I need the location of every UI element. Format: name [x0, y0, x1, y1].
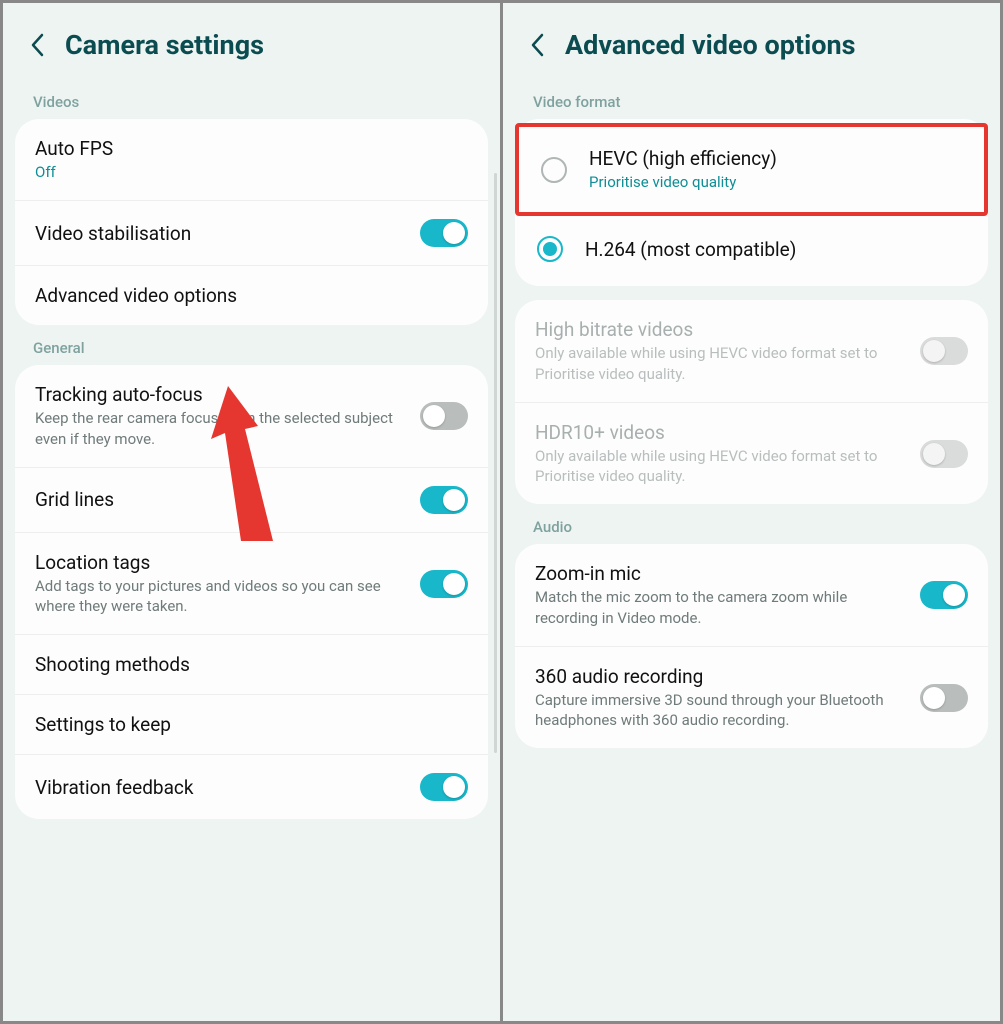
hevc-sub: Prioritise video quality: [589, 172, 962, 192]
back-icon[interactable]: [527, 35, 547, 55]
grid-lines-toggle[interactable]: [420, 486, 468, 514]
audio-360-desc: Capture immersive 3D sound through your …: [535, 690, 906, 731]
location-tags-toggle[interactable]: [420, 570, 468, 598]
header: Advanced video options: [503, 3, 1000, 79]
tracking-autofocus-title: Tracking auto-focus: [35, 383, 406, 406]
section-label-audio: Audio: [503, 504, 1000, 544]
camera-settings-screen: Camera settings Videos Auto FPS Off Vide…: [3, 3, 500, 1021]
video-stabilisation-toggle[interactable]: [420, 219, 468, 247]
high-bitrate-toggle: [920, 337, 968, 365]
vibration-feedback-title: Vibration feedback: [35, 776, 406, 799]
auto-fps-value: Off: [35, 162, 468, 182]
page-title: Advanced video options: [565, 29, 855, 61]
high-bitrate-desc: Only available while using HEVC video fo…: [535, 343, 906, 384]
zoom-mic-row[interactable]: Zoom-in mic Match the mic zoom to the ca…: [515, 544, 988, 647]
auto-fps-title: Auto FPS: [35, 137, 468, 160]
shooting-methods-row[interactable]: Shooting methods: [15, 635, 488, 695]
audio-card: Zoom-in mic Match the mic zoom to the ca…: [515, 544, 988, 748]
zoom-mic-toggle[interactable]: [920, 581, 968, 609]
hevc-radio[interactable]: [541, 157, 567, 183]
hdr10-desc: Only available while using HEVC video fo…: [535, 446, 906, 487]
tracking-autofocus-row[interactable]: Tracking auto-focus Keep the rear camera…: [15, 365, 488, 468]
vibration-feedback-row[interactable]: Vibration feedback: [15, 755, 488, 819]
audio-360-toggle[interactable]: [920, 684, 968, 712]
tracking-autofocus-desc: Keep the rear camera focused on the sele…: [35, 408, 406, 449]
hdr10-toggle: [920, 440, 968, 468]
high-bitrate-title: High bitrate videos: [535, 318, 906, 341]
general-card: Tracking auto-focus Keep the rear camera…: [15, 365, 488, 819]
vibration-feedback-toggle[interactable]: [420, 773, 468, 801]
shooting-methods-title: Shooting methods: [35, 653, 468, 676]
advanced-video-options-title: Advanced video options: [35, 284, 468, 307]
h264-row[interactable]: H.264 (most compatible): [515, 216, 988, 282]
section-label-general: General: [3, 325, 500, 365]
location-tags-row[interactable]: Location tags Add tags to your pictures …: [15, 533, 488, 636]
video-stabilisation-row[interactable]: Video stabilisation: [15, 201, 488, 266]
hdr10-title: HDR10+ videos: [535, 421, 906, 444]
hdr10-row: HDR10+ videos Only available while using…: [515, 403, 988, 505]
back-icon[interactable]: [27, 35, 47, 55]
zoom-mic-desc: Match the mic zoom to the camera zoom wh…: [535, 587, 906, 628]
video-stabilisation-title: Video stabilisation: [35, 222, 406, 245]
auto-fps-row[interactable]: Auto FPS Off: [15, 119, 488, 201]
hevc-row[interactable]: HEVC (high efficiency) Prioritise video …: [519, 127, 984, 212]
hevc-highlight: HEVC (high efficiency) Prioritise video …: [515, 123, 988, 216]
high-bitrate-row: High bitrate videos Only available while…: [515, 300, 988, 403]
grid-lines-title: Grid lines: [35, 488, 406, 511]
grid-lines-row[interactable]: Grid lines: [15, 468, 488, 533]
location-tags-desc: Add tags to your pictures and videos so …: [35, 576, 406, 617]
settings-to-keep-row[interactable]: Settings to keep: [15, 695, 488, 755]
zoom-mic-title: Zoom-in mic: [535, 562, 906, 585]
settings-to-keep-title: Settings to keep: [35, 713, 468, 736]
h264-title: H.264 (most compatible): [585, 238, 966, 261]
section-label-videos: Videos: [3, 79, 500, 119]
header: Camera settings: [3, 3, 500, 79]
page-title: Camera settings: [65, 29, 264, 61]
video-extras-card: High bitrate videos Only available while…: [515, 300, 988, 504]
advanced-video-options-row[interactable]: Advanced video options: [15, 266, 488, 325]
section-label-video-format: Video format: [503, 79, 1000, 119]
tracking-autofocus-toggle[interactable]: [420, 402, 468, 430]
hevc-title: HEVC (high efficiency): [589, 147, 962, 170]
videos-card: Auto FPS Off Video stabilisation Advance…: [15, 119, 488, 325]
h264-radio[interactable]: [537, 236, 563, 262]
video-format-card: HEVC (high efficiency) Prioritise video …: [515, 119, 988, 286]
scrollbar[interactable]: [494, 173, 497, 753]
audio-360-title: 360 audio recording: [535, 665, 906, 688]
audio-360-row[interactable]: 360 audio recording Capture immersive 3D…: [515, 647, 988, 749]
advanced-video-options-screen: Advanced video options Video format HEVC…: [503, 3, 1000, 1021]
location-tags-title: Location tags: [35, 551, 406, 574]
